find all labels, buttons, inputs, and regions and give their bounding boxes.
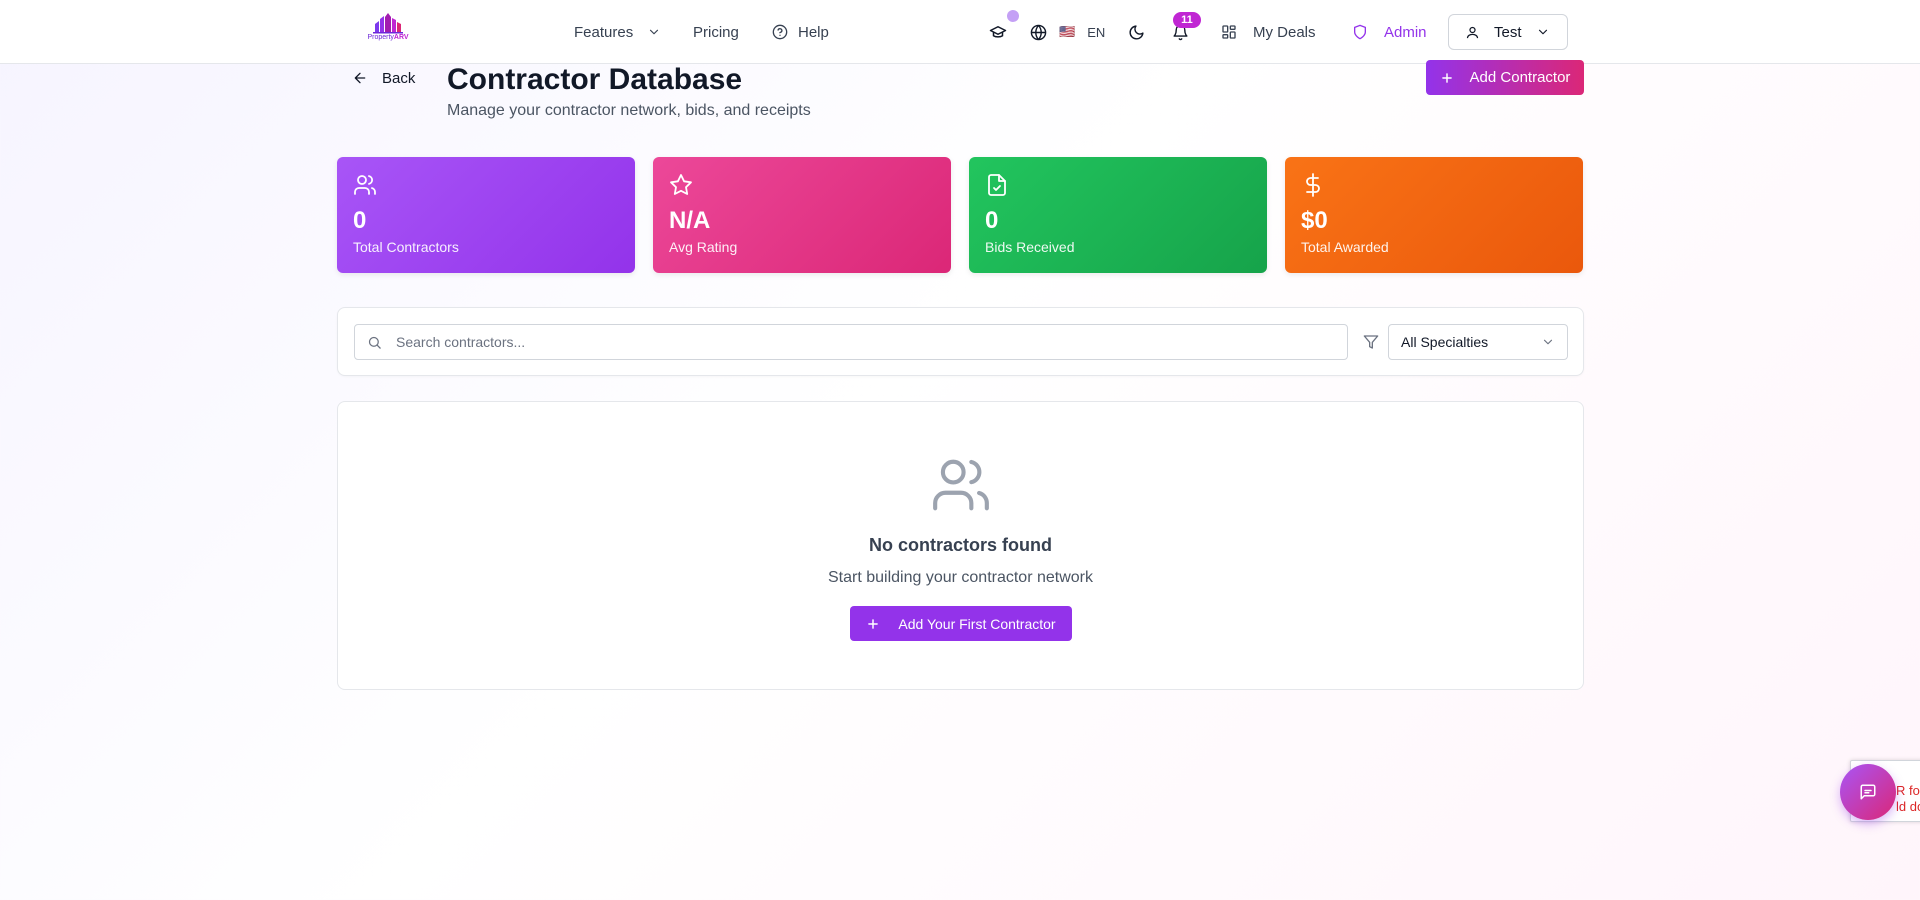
- users-icon: [933, 459, 989, 511]
- globe-icon: [1030, 24, 1047, 40]
- star-icon: [670, 174, 692, 195]
- users-icon: [354, 175, 376, 195]
- logo[interactable]: PropertyARV: [364, 12, 412, 46]
- add-first-contractor-button[interactable]: Add Your First Contractor: [850, 606, 1072, 641]
- nav-features-label: Features: [574, 23, 634, 41]
- plus-icon: [1441, 72, 1452, 83]
- chevron-down-icon: [1543, 339, 1553, 345]
- nav-help-label: Help: [798, 23, 829, 41]
- chevron-down-icon: [1538, 29, 1547, 35]
- add-contractor-label: Add Contractor: [1469, 69, 1571, 86]
- arrow-left-icon: [354, 72, 366, 84]
- logo-icon: [373, 13, 403, 34]
- nav-help[interactable]: Help: [772, 0, 829, 64]
- graduation-cap-icon: [989, 26, 1007, 38]
- notification-badge: 11: [1173, 12, 1201, 28]
- shield-icon: [1354, 24, 1366, 40]
- contractor-list-empty-state: No contractors found Start building your…: [337, 401, 1584, 690]
- file-check-icon: [988, 174, 1006, 196]
- user-icon: [1466, 26, 1479, 38]
- theme-toggle[interactable]: [1125, 21, 1147, 43]
- back-label: Back: [382, 69, 416, 87]
- grid-icon: [1222, 25, 1236, 39]
- nav-my-deals[interactable]: My Deals: [1221, 0, 1316, 64]
- nav-admin-label: Admin: [1384, 23, 1427, 41]
- add-first-contractor-label: Add Your First Contractor: [898, 615, 1056, 632]
- stat-value: $0: [1301, 207, 1328, 234]
- chat-button[interactable]: [1840, 764, 1896, 820]
- dollar-icon: [1306, 173, 1320, 197]
- help-circle-icon: [772, 24, 788, 40]
- filter-icon: [1363, 335, 1379, 349]
- tutorial-button[interactable]: [987, 21, 1009, 43]
- chevron-down-icon: [650, 29, 659, 35]
- nav-pricing[interactable]: Pricing: [693, 0, 739, 64]
- stat-label: Total Contractors: [353, 239, 459, 255]
- language-label: EN: [1087, 24, 1106, 40]
- nav-features[interactable]: Features: [574, 0, 661, 64]
- stat-card-bids-received: 0 Bids Received: [969, 157, 1267, 273]
- page-subtitle: Manage your contractor network, bids, an…: [447, 102, 811, 119]
- recaptcha-text-line2: ld do: [1896, 799, 1920, 814]
- stat-card-total-contractors: 0 Total Contractors: [337, 157, 635, 273]
- back-button[interactable]: Back: [352, 66, 415, 90]
- user-name: Test: [1494, 23, 1522, 41]
- specialty-select[interactable]: All Specialties: [1388, 324, 1568, 360]
- search-input[interactable]: [396, 334, 1296, 350]
- recaptcha-text-line1: R fo: [1896, 783, 1920, 798]
- flag-icon: 🇺🇸: [1059, 24, 1076, 39]
- nav-admin[interactable]: Admin: [1352, 0, 1427, 64]
- specialty-select-value: All Specialties: [1401, 334, 1489, 350]
- user-menu-button[interactable]: Test: [1448, 14, 1568, 50]
- empty-state-subtitle: Start building your contractor network: [827, 569, 1093, 586]
- stat-value: 0: [985, 207, 999, 234]
- stat-card-total-awarded: $0 Total Awarded: [1285, 157, 1583, 273]
- page-title: Contractor Database: [447, 63, 743, 96]
- search-icon: [368, 336, 381, 349]
- language-selector[interactable]: 🇺🇸 EN: [1030, 0, 1105, 64]
- stat-label: Total Awarded: [1301, 239, 1389, 255]
- message-square-icon: [1860, 784, 1876, 800]
- stat-value: 0: [353, 207, 367, 234]
- search-box[interactable]: [354, 324, 1348, 360]
- moon-icon: [1129, 24, 1144, 39]
- logo-text: PropertyARV: [367, 34, 409, 41]
- stat-card-avg-rating: N/A Avg Rating: [653, 157, 951, 273]
- top-navigation: PropertyARV Features Pricing Help 🇺🇸 EN …: [0, 0, 1920, 64]
- add-contractor-button[interactable]: Add Contractor: [1426, 60, 1584, 95]
- stat-label: Bids Received: [985, 239, 1075, 255]
- empty-state-title: No contractors found: [869, 535, 1052, 555]
- nav-pricing-label: Pricing: [693, 23, 739, 41]
- stat-label: Avg Rating: [669, 239, 738, 255]
- stat-value: N/A: [669, 207, 711, 234]
- plus-icon: [868, 618, 879, 629]
- nav-my-deals-label: My Deals: [1253, 23, 1316, 41]
- search-filter-panel: All Specialties: [337, 307, 1584, 376]
